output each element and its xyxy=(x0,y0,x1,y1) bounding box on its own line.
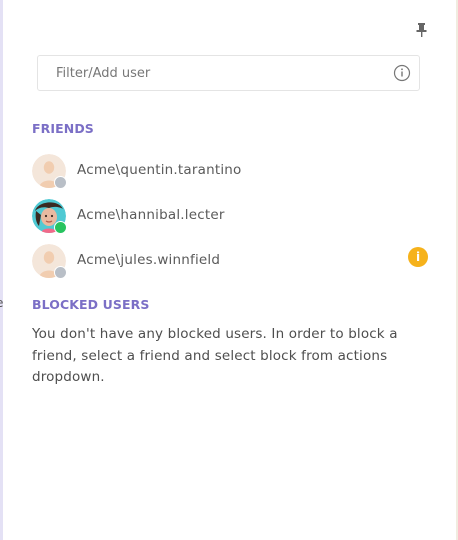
friend-name: Acme\jules.winnfield xyxy=(77,252,221,268)
friend-item-quentin[interactable]: Acme\quentin.tarantino xyxy=(32,154,432,190)
friend-item-jules[interactable]: Acme\jules.winnfield i xyxy=(32,244,432,280)
info-badge-icon[interactable]: i xyxy=(408,247,428,267)
left-panel-text-fragment: e xyxy=(0,296,3,310)
search-field xyxy=(37,55,420,91)
left-panel-edge xyxy=(0,0,3,540)
offline-status-icon xyxy=(54,266,67,279)
friend-item-hannibal[interactable]: Acme\hannibal.lecter xyxy=(32,199,432,235)
blocked-users-section-title: BLOCKED USERS xyxy=(32,297,150,312)
info-icon[interactable] xyxy=(393,64,411,82)
search-input[interactable] xyxy=(38,56,378,90)
offline-status-icon xyxy=(54,176,67,189)
friend-name: Acme\quentin.tarantino xyxy=(77,162,242,178)
friends-section-title: FRIENDS xyxy=(32,121,94,136)
pin-icon[interactable] xyxy=(414,22,430,38)
blocked-users-message: You don't have any blocked users. In ord… xyxy=(32,326,398,385)
online-status-icon xyxy=(54,221,67,234)
friend-name: Acme\hannibal.lecter xyxy=(77,207,225,223)
